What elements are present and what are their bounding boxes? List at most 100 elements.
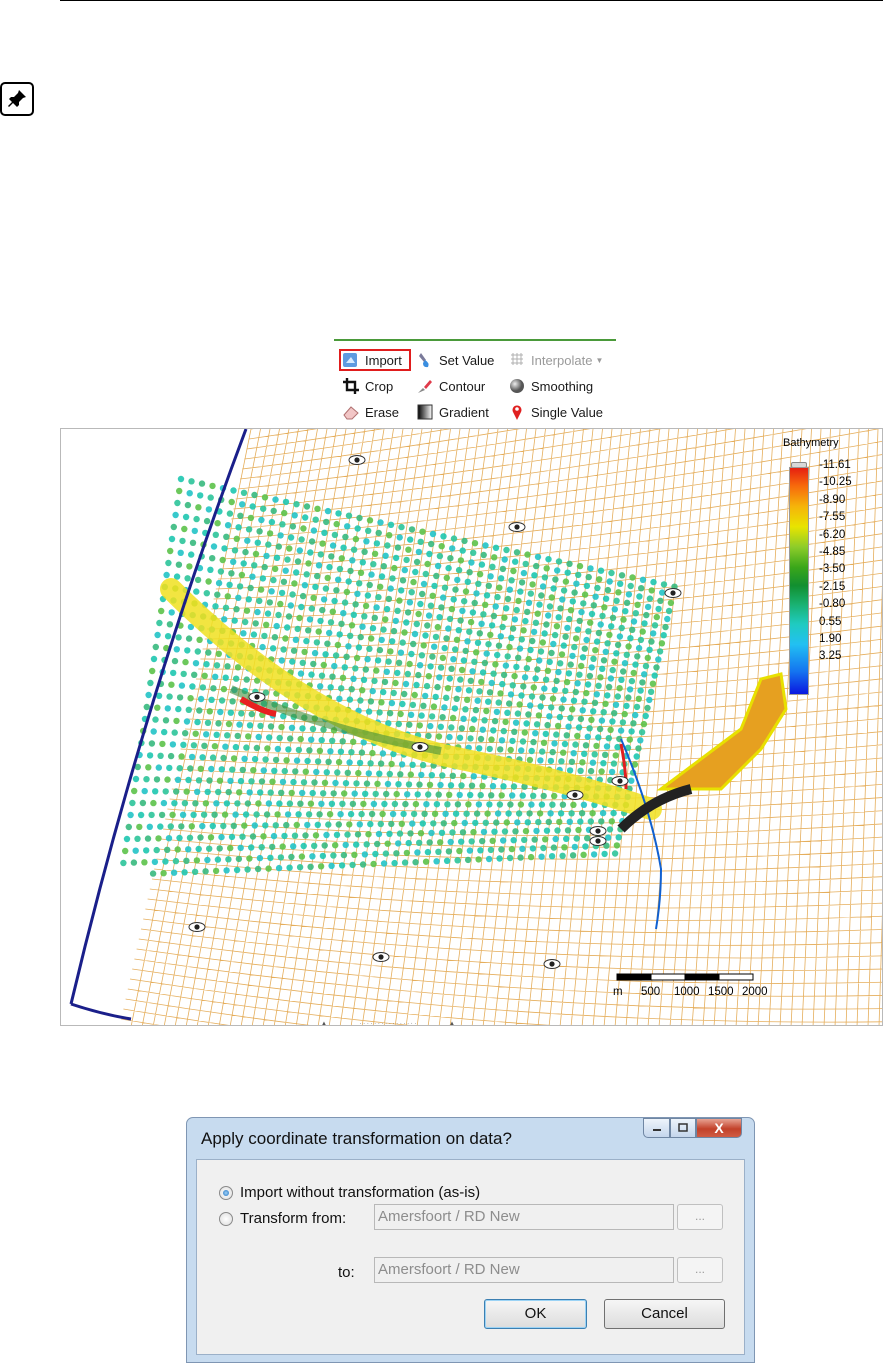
sample-point <box>607 726 614 733</box>
sample-point <box>414 791 421 798</box>
observation-point-icon[interactable] <box>248 692 266 702</box>
sample-point <box>233 535 240 542</box>
sample-point <box>421 810 428 817</box>
sample-point <box>659 589 666 596</box>
sample-point <box>471 658 478 665</box>
sample-point <box>460 715 467 722</box>
sample-point <box>560 749 567 756</box>
single-value-button[interactable]: Single Value <box>508 401 603 423</box>
interpolate-dropdown[interactable]: Interpolate ▼ <box>508 349 603 371</box>
scale-label: 500 <box>641 986 661 998</box>
sample-point <box>145 764 152 771</box>
sample-point <box>277 600 284 608</box>
sample-point <box>190 811 197 818</box>
sample-point <box>181 800 189 807</box>
sample-point <box>506 700 513 707</box>
observation-point-icon[interactable] <box>664 588 682 598</box>
sample-point <box>625 643 632 650</box>
sample-point <box>588 716 595 723</box>
crop-button[interactable]: Crop <box>342 375 393 397</box>
sample-point <box>218 833 225 841</box>
observation-point-icon[interactable] <box>566 790 584 800</box>
sample-point <box>560 642 567 649</box>
sample-point <box>385 595 393 603</box>
sample-point <box>483 707 490 715</box>
gradient-button[interactable]: Gradient <box>416 401 489 423</box>
sample-point <box>188 551 195 558</box>
observation-point-icon[interactable] <box>372 952 390 962</box>
sample-point <box>326 629 333 637</box>
observation-point-icon[interactable] <box>508 522 526 532</box>
sample-point <box>145 691 152 699</box>
import-button[interactable]: Import <box>342 349 402 371</box>
radio-as-is[interactable] <box>219 1185 233 1200</box>
observation-point-icon[interactable] <box>589 836 607 846</box>
page-top-rule <box>60 0 883 1</box>
observation-point-icon[interactable] <box>188 922 206 932</box>
sample-point <box>352 535 360 543</box>
from-crs-field[interactable]: Amersfoort / RD New <box>374 1204 674 1230</box>
sample-point <box>258 778 266 785</box>
observation-point-icon[interactable] <box>589 826 607 836</box>
observation-point-icon[interactable] <box>411 742 429 752</box>
sample-point <box>447 782 455 789</box>
sample-point <box>209 822 216 830</box>
maximize-button[interactable] <box>670 1118 696 1138</box>
erase-button[interactable]: Erase <box>342 401 399 423</box>
option-transform[interactable]: Transform from: <box>219 1210 346 1227</box>
option-as-is[interactable]: Import without transformation (as-is) <box>219 1184 480 1201</box>
sample-point <box>387 521 395 528</box>
sample-point <box>516 645 524 652</box>
sample-point <box>578 810 586 817</box>
sample-point <box>489 563 496 570</box>
sample-point <box>275 543 282 550</box>
observation-point-icon[interactable] <box>543 959 561 969</box>
sample-point <box>224 663 231 670</box>
from-browse-button[interactable]: ... <box>677 1204 723 1230</box>
panel-splitter[interactable]: ▲ · · · · · · · · · · · · · · · · ▲ <box>321 1021 455 1025</box>
sample-point <box>306 616 314 623</box>
sample-point <box>331 597 338 605</box>
contour-button[interactable]: Contour <box>416 375 485 397</box>
observation-point-icon[interactable] <box>348 455 366 465</box>
sample-point <box>519 792 526 799</box>
sample-point <box>464 638 471 645</box>
sample-point <box>644 704 651 712</box>
observation-point-icon[interactable] <box>611 776 629 786</box>
sample-point <box>427 663 434 670</box>
sample-point <box>397 771 404 778</box>
sample-point <box>484 810 491 817</box>
set-value-button[interactable]: Set Value <box>416 349 494 371</box>
to-crs-field[interactable]: Amersfoort / RD New <box>374 1257 674 1283</box>
minimize-button[interactable] <box>643 1118 670 1138</box>
sample-point <box>386 532 393 539</box>
sample-point <box>474 697 481 704</box>
sample-point <box>170 523 177 531</box>
sample-point <box>326 563 333 571</box>
map-view[interactable]: Bathymetry -11.61 -10.25 -8.90 -7.55 -6.… <box>60 428 883 1026</box>
sample-point <box>254 608 261 616</box>
sample-point <box>404 670 411 678</box>
ok-button[interactable]: OK <box>484 1299 587 1329</box>
to-browse-button[interactable]: ... <box>677 1257 723 1283</box>
cancel-button[interactable]: Cancel <box>604 1299 725 1329</box>
sample-point <box>574 680 581 687</box>
sample-point <box>290 778 297 786</box>
bathymetry-map[interactable] <box>61 429 883 1026</box>
sample-point <box>360 676 368 683</box>
sample-point <box>512 558 519 565</box>
sample-point <box>610 809 617 817</box>
close-button[interactable]: X <box>696 1118 742 1138</box>
sample-point <box>131 787 138 795</box>
sample-point <box>548 649 555 657</box>
sample-point <box>643 611 650 619</box>
sample-point <box>304 757 311 765</box>
radio-transform[interactable] <box>219 1211 233 1226</box>
smoothing-button[interactable]: Smoothing <box>508 375 593 397</box>
sample-point <box>321 842 328 849</box>
sample-point <box>374 657 382 664</box>
sample-point <box>531 836 538 843</box>
sample-point <box>240 489 248 496</box>
sample-point <box>346 696 354 703</box>
sample-point <box>157 752 164 759</box>
